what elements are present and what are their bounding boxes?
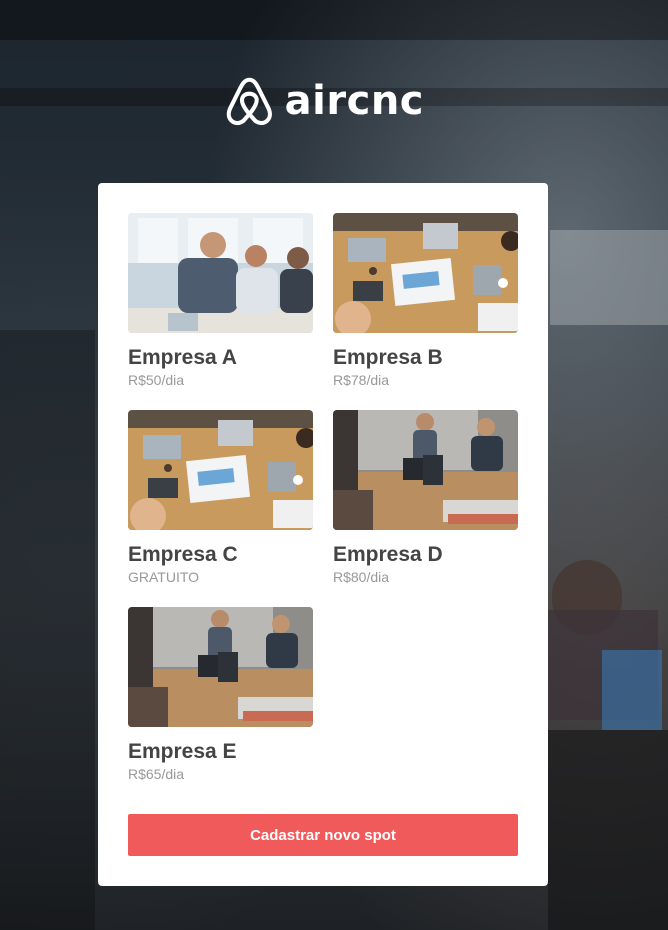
- spot-item[interactable]: Empresa B R$78/dia: [333, 213, 518, 389]
- brand-logo: aircnc: [224, 68, 424, 134]
- ceiling-beam: [0, 0, 668, 40]
- spot-name: Empresa E: [128, 740, 237, 763]
- spot-price: R$80/dia: [333, 569, 390, 585]
- spot-name: Empresa C: [128, 543, 238, 566]
- desk: [548, 730, 668, 930]
- spot-item[interactable]: Empresa C GRATUITO: [128, 410, 313, 586]
- spot-name: Empresa A: [128, 346, 237, 369]
- spot-item[interactable]: Empresa D R$80/dia: [333, 410, 518, 586]
- office-wall: [0, 330, 95, 930]
- spot-thumbnail: [128, 607, 313, 727]
- air-conditioner: [550, 230, 668, 325]
- airbnb-belo-icon: [226, 77, 272, 126]
- new-spot-button[interactable]: Cadastrar novo spot: [128, 814, 518, 856]
- laptop-screen: [602, 650, 662, 730]
- spot-price: R$78/dia: [333, 372, 390, 388]
- brand-name: aircnc: [284, 78, 424, 124]
- spots-card: Empresa A R$50/dia Empresa B R$78/dia Em…: [98, 183, 548, 886]
- spot-thumbnail: [128, 213, 313, 333]
- spot-item[interactable]: Empresa E R$65/dia: [128, 607, 313, 783]
- spot-name: Empresa B: [333, 346, 443, 369]
- spot-thumbnail: [128, 410, 313, 530]
- spot-name: Empresa D: [333, 543, 443, 566]
- spot-price: GRATUITO: [128, 569, 200, 585]
- spot-item[interactable]: Empresa A R$50/dia: [128, 213, 313, 389]
- spot-thumbnail: [333, 410, 518, 530]
- spot-thumbnail: [333, 213, 518, 333]
- spot-price: R$50/dia: [128, 372, 185, 388]
- spot-price: R$65/dia: [128, 766, 185, 782]
